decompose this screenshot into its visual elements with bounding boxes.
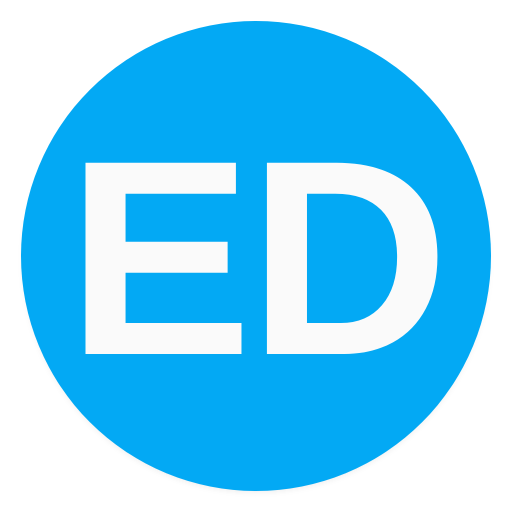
circle-app-icon[interactable]: ED bbox=[21, 21, 491, 491]
app-icon-canvas: ED bbox=[0, 0, 512, 512]
app-monogram: ED bbox=[66, 102, 449, 413]
